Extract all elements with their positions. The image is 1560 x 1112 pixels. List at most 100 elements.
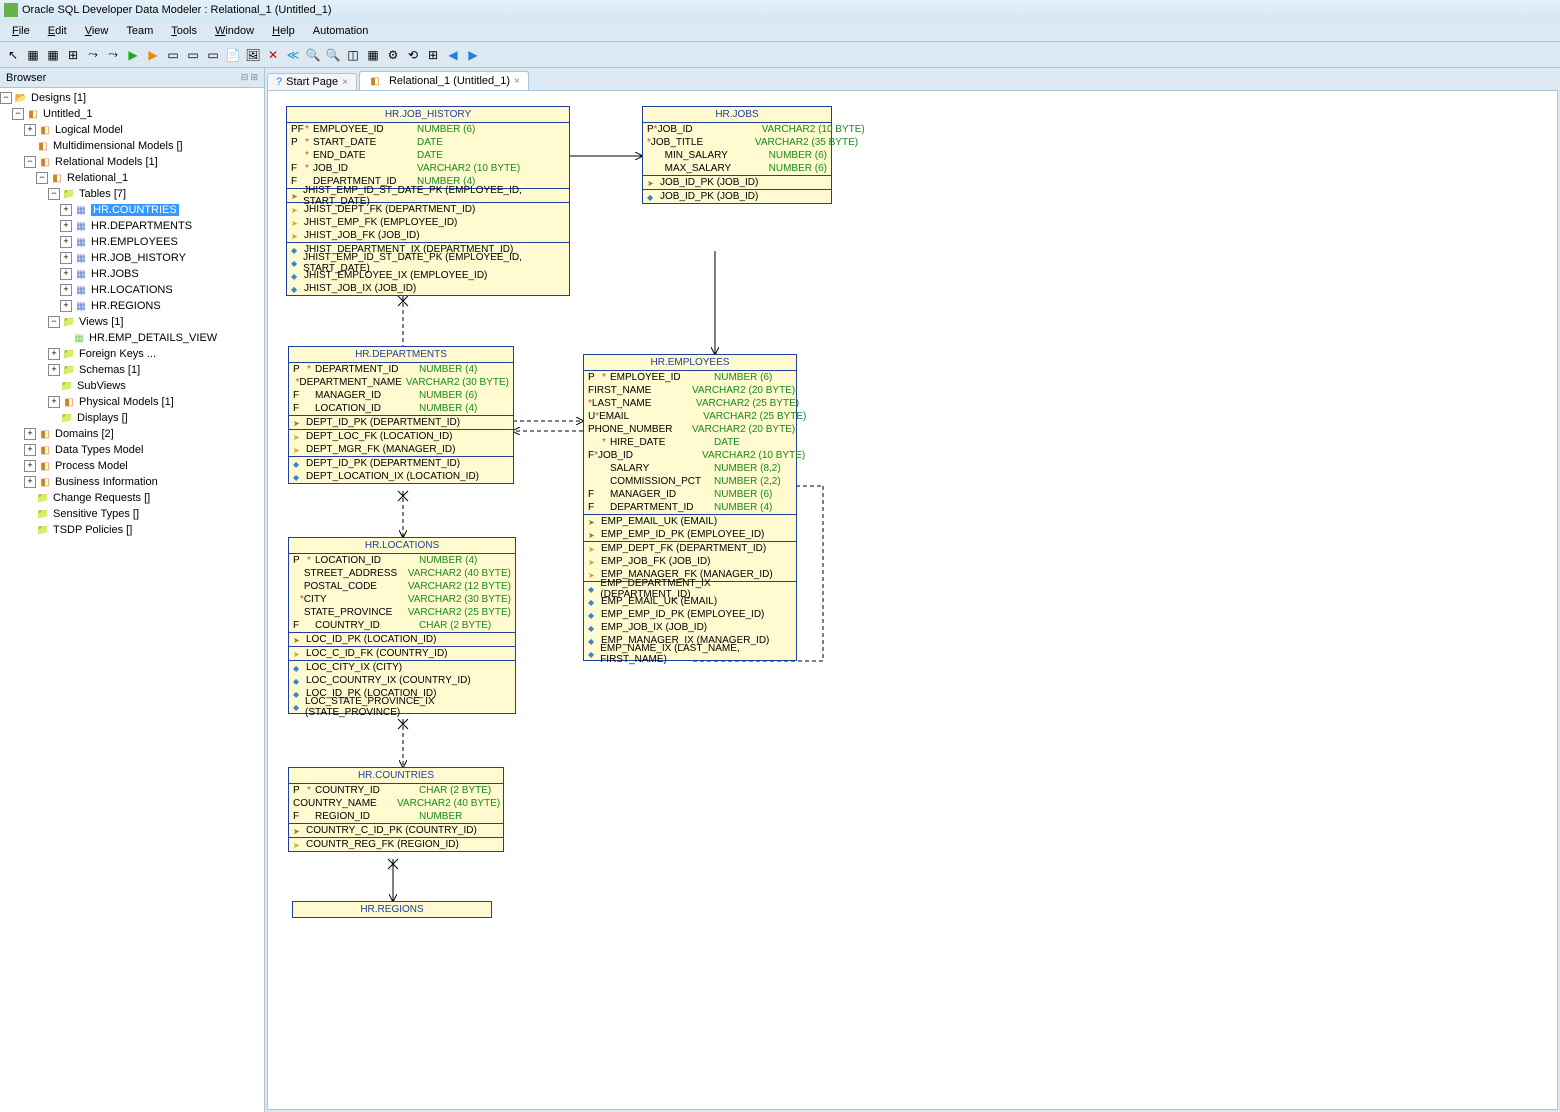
tool-gen-ddl[interactable]: ▦ [364, 46, 382, 64]
tab-relational[interactable]: Relational_1 (Untitled_1)× [359, 71, 529, 90]
panel-minimize-icon[interactable]: ⊟ [241, 72, 249, 83]
ix-icon [291, 258, 300, 268]
ix-icon [647, 192, 657, 202]
tool-rect3[interactable]: ▭ [204, 46, 222, 64]
tree-untitled[interactable]: −Untitled_1 [0, 106, 264, 122]
entity-regions[interactable]: HR.REGIONS [292, 901, 492, 918]
tree-logical[interactable]: +Logical Model [0, 122, 264, 138]
entity-job-history[interactable]: HR.JOB_HISTORY PF*EMPLOYEE_IDNUMBER (6)P… [286, 106, 570, 296]
ix-row: JHIST_JOB_IX (JOB_ID) [287, 282, 569, 295]
pk-row: EMP_EMAIL_UK (EMAIL) [584, 515, 796, 528]
tool-rect1[interactable]: ▭ [164, 46, 182, 64]
tool-nav-back[interactable] [444, 46, 462, 64]
tool-zoom-out[interactable] [324, 46, 342, 64]
ix-row: JOB_ID_PK (JOB_ID) [643, 190, 831, 203]
tool-doc[interactable]: 📄 [224, 46, 242, 64]
tree-domains[interactable]: +Domains [2] [0, 426, 264, 442]
menu-edit[interactable]: Edit [40, 23, 75, 39]
tree-process[interactable]: +Process Model [0, 458, 264, 474]
tool-new-entity[interactable] [24, 46, 42, 64]
column-row: FIRST_NAMEVARCHAR2 (20 BYTE) [584, 384, 796, 397]
tool-grid[interactable]: ⊞ [424, 46, 442, 64]
tool-sync[interactable]: ⟲ [404, 46, 422, 64]
tool-view[interactable] [44, 46, 62, 64]
pk-row: JHIST_EMP_ID_ST_DATE_PK (EMPLOYEE_ID, ST… [287, 189, 569, 202]
pk-icon [647, 178, 657, 188]
column-row: P*DEPARTMENT_IDNUMBER (4) [289, 363, 513, 376]
column-row: PHONE_NUMBERVARCHAR2 (20 BYTE) [584, 423, 796, 436]
menu-window[interactable]: Window [207, 23, 262, 39]
entity-countries[interactable]: HR.COUNTRIES P*COUNTRY_IDCHAR (2 BYTE)CO… [288, 767, 504, 852]
tree-table-locations[interactable]: +HR.LOCATIONS [0, 282, 264, 298]
pk-row: DEPT_ID_PK (DEPARTMENT_ID) [289, 416, 513, 429]
tool-zoom-in[interactable] [304, 46, 322, 64]
tool-note-green[interactable]: ▶ [124, 46, 142, 64]
fk-row: JHIST_EMP_FK (EMPLOYEE_ID) [287, 216, 569, 229]
tool-delete[interactable] [264, 46, 282, 64]
column-row: STATE_PROVINCEVARCHAR2 (25 BYTE) [289, 606, 515, 619]
tree-table-regions[interactable]: +HR.REGIONS [0, 298, 264, 314]
panel-restore-icon[interactable]: ⊞ [250, 72, 258, 83]
tree-relational[interactable]: −Relational Models [1] [0, 154, 264, 170]
fk-icon [291, 231, 301, 241]
menu-automation[interactable]: Automation [305, 23, 377, 39]
browser-tree[interactable]: −Designs [1] −Untitled_1 +Logical Model … [0, 88, 264, 1112]
tree-displays[interactable]: Displays [] [0, 410, 264, 426]
tree-business[interactable]: +Business Information [0, 474, 264, 490]
menubar: File Edit View Team Tools Window Help Au… [0, 20, 1560, 42]
tree-table-employees[interactable]: +HR.EMPLOYEES [0, 234, 264, 250]
close-icon[interactable]: × [514, 76, 520, 87]
tree-designs[interactable]: −Designs [1] [0, 90, 264, 106]
column-row: POSTAL_CODEVARCHAR2 (12 BYTE) [289, 580, 515, 593]
tree-changereq[interactable]: Change Requests [] [0, 490, 264, 506]
tool-split[interactable]: ⊞ [64, 46, 82, 64]
tool-rect2[interactable]: ▭ [184, 46, 202, 64]
column-row: P*EMPLOYEE_IDNUMBER (6) [584, 371, 796, 384]
tool-link2[interactable]: ⤳ [104, 46, 122, 64]
tool-pointer[interactable] [4, 46, 22, 64]
column-row: *CITYVARCHAR2 (30 BYTE) [289, 593, 515, 606]
tree-physical[interactable]: +Physical Models [1] [0, 394, 264, 410]
tree-table-jobs[interactable]: +HR.JOBS [0, 266, 264, 282]
tool-expand[interactable]: ≪ [284, 46, 302, 64]
entity-employees[interactable]: HR.EMPLOYEES P*EMPLOYEE_IDNUMBER (6)FIRS… [583, 354, 797, 661]
tab-start-page[interactable]: ?Start Page× [267, 73, 357, 90]
column-row: COMMISSION_PCTNUMBER (2,2) [584, 475, 796, 488]
tool-fit[interactable]: ◫ [344, 46, 362, 64]
column-row: *LAST_NAMEVARCHAR2 (25 BYTE) [584, 397, 796, 410]
tree-subviews[interactable]: SubViews [0, 378, 264, 394]
tree-views[interactable]: −Views [1] [0, 314, 264, 330]
diagram-canvas[interactable]: HR.JOB_HISTORY PF*EMPLOYEE_IDNUMBER (6)P… [267, 90, 1558, 1110]
ix-icon [588, 636, 598, 646]
menu-tools[interactable]: Tools [163, 23, 205, 39]
tree-table-jobhistory[interactable]: +HR.JOB_HISTORY [0, 250, 264, 266]
menu-team[interactable]: Team [118, 23, 161, 39]
tool-image[interactable]: 🖼 [244, 46, 262, 64]
tree-datatypes[interactable]: +Data Types Model [0, 442, 264, 458]
entity-jobs[interactable]: HR.JOBS P*JOB_IDVARCHAR2 (10 BYTE)*JOB_T… [642, 106, 832, 204]
tree-schemas[interactable]: +Schemas [1] [0, 362, 264, 378]
fk-icon [588, 570, 598, 580]
tree-view-emp[interactable]: HR.EMP_DETAILS_VIEW [0, 330, 264, 346]
tree-table-departments[interactable]: +HR.DEPARTMENTS [0, 218, 264, 234]
tree-table-countries[interactable]: +HR.COUNTRIES [0, 202, 264, 218]
ix-row: JHIST_EMP_ID_ST_DATE_PK (EMPLOYEE_ID, ST… [287, 256, 569, 269]
tree-multidim[interactable]: Multidimensional Models [] [0, 138, 264, 154]
tree-fks[interactable]: +Foreign Keys ... [0, 346, 264, 362]
menu-view[interactable]: View [77, 23, 117, 39]
tool-link[interactable]: ⤳ [84, 46, 102, 64]
tree-tsdp[interactable]: TSDP Policies [] [0, 522, 264, 538]
column-row: *JOB_TITLEVARCHAR2 (35 BYTE) [643, 136, 831, 149]
tool-nav-forward[interactable] [464, 46, 482, 64]
menu-help[interactable]: Help [264, 23, 303, 39]
tree-sensitive[interactable]: Sensitive Types [] [0, 506, 264, 522]
entity-departments[interactable]: HR.DEPARTMENTS P*DEPARTMENT_IDNUMBER (4)… [288, 346, 514, 484]
tool-engineer[interactable]: ⚙ [384, 46, 402, 64]
ix-icon [588, 649, 597, 659]
tree-tables[interactable]: −Tables [7] [0, 186, 264, 202]
menu-file[interactable]: File [4, 23, 38, 39]
entity-locations[interactable]: HR.LOCATIONS P*LOCATION_IDNUMBER (4)STRE… [288, 537, 516, 714]
tool-note-orange[interactable]: ▶ [144, 46, 162, 64]
tree-rel1[interactable]: −Relational_1 [0, 170, 264, 186]
close-icon[interactable]: × [342, 77, 348, 88]
